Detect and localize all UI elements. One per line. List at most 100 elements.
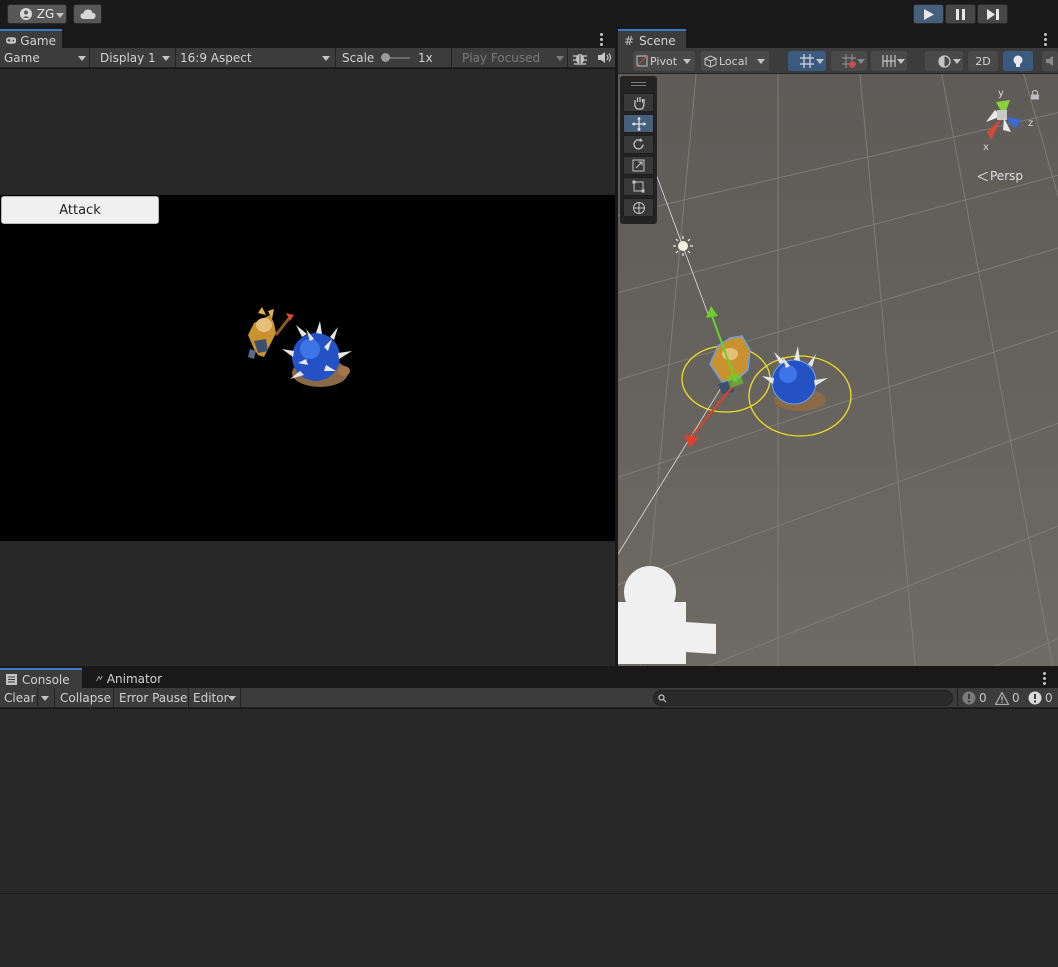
move-icon: [631, 116, 646, 131]
editor-dropdown[interactable]: Editor: [189, 688, 241, 708]
directional-light-icon[interactable]: [673, 236, 693, 256]
scene-toolbar: Pivot Local 2D: [618, 48, 1058, 74]
step-button[interactable]: [977, 4, 1008, 24]
play-focused-dropdown[interactable]: Play Focused: [458, 48, 568, 68]
chevron-down-icon: [757, 59, 765, 64]
console-tabbar: Console Animator: [0, 668, 1058, 689]
draw-mode-dropdown[interactable]: [925, 51, 963, 71]
scene-panel-menu-icon[interactable]: [1044, 33, 1047, 48]
lock-icon[interactable]: [1030, 90, 1040, 100]
aspect-label: 16:9 Aspect: [180, 51, 252, 65]
snap-icon: [842, 54, 856, 68]
grid-hash-icon: #: [624, 33, 635, 48]
gizmo-x-label: x: [983, 142, 989, 153]
cloud-icon: [79, 9, 96, 19]
pause-button[interactable]: [945, 4, 976, 24]
chevron-down-icon: [41, 696, 49, 701]
game-tabbar: Game: [0, 29, 615, 50]
speaker-icon: [598, 52, 612, 63]
move-tool-button[interactable]: [623, 114, 654, 133]
console-icon: [6, 674, 17, 685]
scale-slider-thumb[interactable]: [381, 53, 390, 62]
transform-tool-button[interactable]: [623, 198, 654, 217]
rotate-icon: [633, 138, 644, 150]
hand-icon: [633, 96, 645, 110]
game-viewport[interactable]: Attack: [0, 195, 615, 541]
chevron-down-icon: [78, 56, 86, 61]
error-filter-toggle[interactable]: 0: [1025, 688, 1058, 708]
console-detail-pane: [0, 894, 1058, 967]
account-icon: [19, 8, 32, 20]
snap-toggle[interactable]: [831, 51, 867, 71]
chevron-down-icon: [683, 59, 691, 64]
play-button[interactable]: [913, 4, 944, 24]
bug-icon: [573, 54, 587, 65]
tab-animator-label: Animator: [106, 671, 162, 686]
collapse-toggle[interactable]: Collapse: [56, 688, 114, 708]
chevron-down-icon: [228, 696, 236, 701]
chevron-down-icon: [162, 56, 170, 61]
increment-snap-dropdown[interactable]: [871, 51, 907, 71]
tab-scene[interactable]: # Scene: [618, 29, 686, 50]
attack-button-label: Attack: [59, 202, 101, 218]
collapse-label: Collapse: [60, 691, 111, 705]
tab-console[interactable]: Console: [0, 668, 82, 689]
rect-tool-button[interactable]: [623, 177, 654, 196]
scene-viewport[interactable]: y z x Persp: [618, 74, 1058, 666]
pivot-dropdown[interactable]: Pivot: [633, 51, 695, 71]
editor-label: Editor: [193, 691, 229, 705]
console-search-input[interactable]: [653, 690, 953, 706]
console-log-list[interactable]: [0, 709, 1058, 893]
grid-snap-icon: [800, 54, 814, 68]
local-dropdown[interactable]: Local: [701, 51, 769, 71]
scene-tools-overlay: [620, 76, 657, 224]
info-filter-toggle[interactable]: 0: [957, 688, 991, 708]
rotate-tool-button[interactable]: [623, 135, 654, 154]
clear-button[interactable]: Clear: [0, 688, 38, 708]
speaker-icon: [1046, 56, 1053, 66]
ruler-icon: [882, 55, 896, 67]
audio-scene-toggle[interactable]: [1042, 51, 1058, 71]
display-dropdown[interactable]: Display 1: [96, 48, 176, 68]
stats-bug-button[interactable]: [572, 50, 590, 66]
chevron-down-icon: [322, 56, 330, 61]
audio-button[interactable]: [598, 51, 614, 65]
scale-tool-button[interactable]: [623, 156, 654, 175]
local-label: Local: [719, 54, 748, 68]
spiked-monster: [282, 321, 352, 387]
game-toolbar: Game Display 1 16:9 Aspect Scale 1x Play…: [0, 48, 615, 68]
main-toolbar: ZG: [0, 0, 1058, 30]
lighting-toggle[interactable]: [1003, 51, 1033, 71]
console-panel-menu-icon[interactable]: [1043, 672, 1046, 687]
pause-icon: [956, 8, 965, 20]
error-pause-toggle[interactable]: Error Pause: [115, 688, 189, 708]
tab-scene-label: Scene: [639, 33, 676, 48]
error-pause-label: Error Pause: [119, 691, 188, 705]
transform-icon: [632, 201, 645, 214]
account-dropdown[interactable]: ZG: [7, 4, 67, 24]
gizmo-y-label: y: [998, 88, 1004, 99]
display-label: Display 1: [100, 51, 156, 65]
chevron-down-icon: [897, 59, 905, 64]
grid-toggle[interactable]: [788, 51, 826, 71]
mode-2d-toggle[interactable]: 2D: [968, 51, 998, 71]
persp-toggle[interactable]: Persp: [978, 169, 1023, 183]
cloud-button[interactable]: [73, 4, 102, 24]
game-mode-dropdown[interactable]: Game: [0, 48, 90, 68]
hand-tool-button[interactable]: [623, 93, 654, 112]
attack-button[interactable]: Attack: [1, 196, 159, 224]
chevron-down-icon: [857, 59, 865, 64]
info-count: 0: [979, 691, 987, 705]
animator-icon: [96, 675, 103, 682]
scale-label: Scale: [342, 51, 375, 65]
aspect-dropdown[interactable]: 16:9 Aspect: [176, 48, 336, 68]
clear-options-dropdown[interactable]: [38, 688, 55, 708]
warning-icon: [995, 691, 1009, 705]
tab-animator[interactable]: Animator: [90, 668, 168, 689]
cube-icon: [704, 54, 717, 68]
warning-filter-toggle[interactable]: 0: [991, 688, 1025, 708]
tab-game[interactable]: Game: [0, 29, 62, 50]
chevron-down-icon: [816, 59, 824, 64]
pivot-label: Pivot: [650, 54, 678, 68]
game-panel-menu-icon[interactable]: [600, 33, 603, 48]
